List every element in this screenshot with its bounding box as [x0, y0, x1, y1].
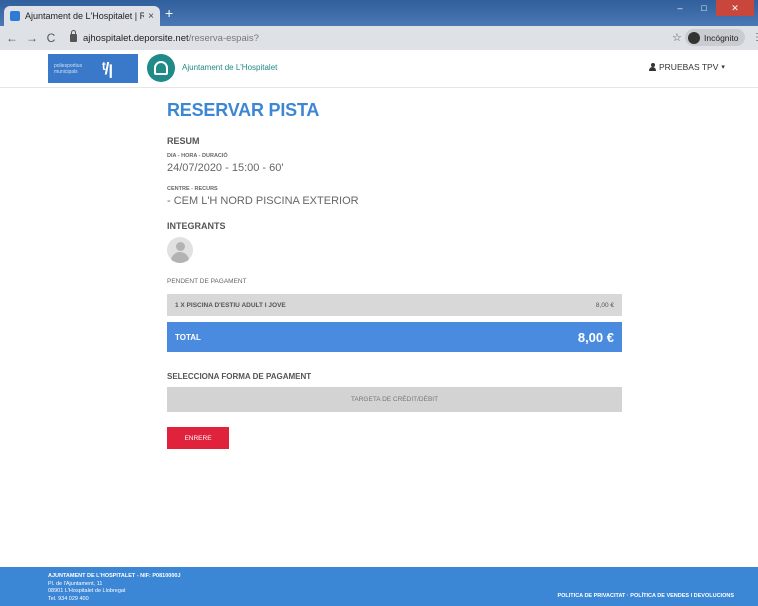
- user-icon: [649, 63, 656, 71]
- pending-payment-label: PENDENT DE PAGAMENT: [167, 278, 247, 285]
- card-payment-button[interactable]: TARGETA DE CRÈDIT/DÈBIT: [167, 387, 622, 412]
- footer-line4: Tel. 934 029 400: [48, 595, 89, 602]
- forward-icon[interactable]: →: [26, 31, 38, 45]
- user-menu[interactable]: PRUEBAS TPV ▾: [649, 62, 725, 72]
- browser-toolbar: ← → C ajhospitalet.deporsite.net/reserva…: [0, 26, 758, 50]
- chevron-down-icon: ▾: [721, 64, 725, 71]
- minimize-icon[interactable]: –: [668, 0, 692, 16]
- user-label: PRUEBAS TPV: [659, 62, 719, 72]
- tab-title: Ajuntament de L'Hospitalet | Res: [25, 11, 145, 21]
- footer-address: AJUNTAMENT DE L'HOSPITALET - NIF: P08100…: [48, 573, 181, 603]
- lock-icon: [70, 30, 77, 42]
- site-footer: AJUNTAMENT DE L'HOSPITALET - NIF: P08100…: [0, 567, 758, 606]
- poliesportius-logo[interactable]: poliesportius municipals ᵗ/ꞁ: [48, 54, 138, 83]
- ajuntament-logo-icon[interactable]: [147, 54, 175, 82]
- integrants-title: INTEGRANTS: [167, 221, 226, 231]
- site-header: poliesportius municipals ᵗ/ꞁ Ajuntament …: [0, 50, 758, 88]
- incognito-icon: [688, 31, 700, 44]
- bookmark-star-icon[interactable]: ☆: [672, 31, 682, 44]
- centre-label: CENTRE - RECURS: [167, 186, 218, 192]
- page-title: RESERVAR PISTA: [167, 100, 320, 120]
- line-item-price: 8,00 €: [595, 301, 614, 309]
- incognito-label: Incógnito: [704, 32, 739, 43]
- total-label: TOTAL: [175, 332, 201, 342]
- centre-value: - CEM L'H NORD PISCINA EXTERIOR: [167, 195, 359, 207]
- browser-tab[interactable]: Ajuntament de L'Hospitalet | Res ×: [4, 6, 160, 26]
- dia-value: 24/07/2020 - 15:00 - 60': [167, 162, 284, 174]
- back-icon[interactable]: ←: [6, 31, 18, 45]
- footer-links[interactable]: POLITICA DE PRIVACITAT · POLÍTICA DE VEN…: [557, 593, 734, 599]
- browser-menu-icon[interactable]: ⋮: [752, 32, 758, 43]
- footer-line2: Pl. de l'Ajuntament, 11: [48, 580, 103, 587]
- payment-method-title: SELECCIONA FORMA DE PAGAMENT: [167, 372, 312, 381]
- total-amount: 8,00 €: [577, 329, 614, 345]
- incognito-badge[interactable]: Incógnito: [685, 29, 745, 46]
- avatar: [167, 237, 193, 263]
- window-controls: – □ ✕: [668, 0, 754, 16]
- maximize-icon[interactable]: □: [692, 0, 716, 16]
- close-window-icon[interactable]: ✕: [716, 0, 754, 16]
- favicon-icon: [10, 11, 20, 21]
- dia-label: DIA - HORA - DURACIÓ: [167, 153, 228, 159]
- logo1-text: poliesportius municipals: [54, 62, 83, 75]
- reload-icon[interactable]: C: [46, 31, 56, 45]
- browser-tabbar: Ajuntament de L'Hospitalet | Res × + – □…: [0, 0, 758, 26]
- logo1-mark: ᵗ/ꞁ: [102, 58, 113, 78]
- brand-name[interactable]: Ajuntament de L'Hospitalet: [182, 63, 277, 72]
- close-tab-icon[interactable]: ×: [148, 11, 154, 22]
- line-item-description: 1 X PISCINA D'ESTIU ADULT I JOVE: [175, 301, 286, 309]
- resum-title: RESUM: [167, 136, 200, 146]
- url-domain: ajhospitalet.deporsite.net: [83, 32, 189, 44]
- address-bar[interactable]: ajhospitalet.deporsite.net/reserva-espai…: [70, 29, 259, 47]
- footer-line3: 08901 L'Hospitalet de Llobregat: [48, 588, 126, 594]
- line-item-row: 1 X PISCINA D'ESTIU ADULT I JOVE 8,00 €: [167, 294, 622, 316]
- footer-line1: AJUNTAMENT DE L'HOSPITALET - NIF: P08100…: [48, 573, 181, 579]
- new-tab-button[interactable]: +: [165, 6, 173, 20]
- total-row: TOTAL 8,00 €: [167, 322, 622, 352]
- url-path: /reserva-espais?: [188, 32, 259, 44]
- back-button[interactable]: ENRERE: [167, 427, 229, 449]
